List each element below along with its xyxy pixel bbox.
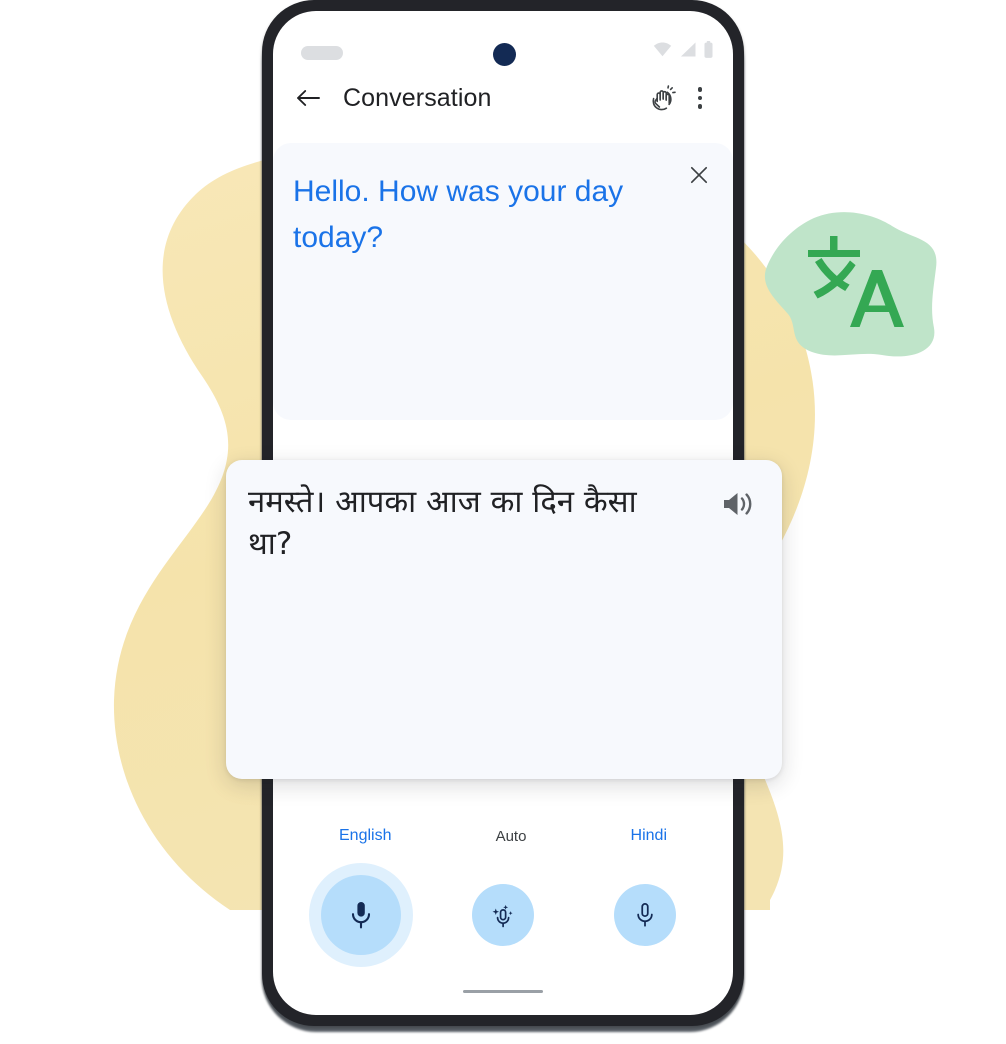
status-icons [653, 41, 713, 58]
source-text-panel: Hello. How was your day today? [273, 143, 733, 420]
mic-button-row [273, 863, 733, 967]
close-icon [690, 166, 708, 184]
app-bar: Conversation [273, 65, 733, 131]
waving-hand-button[interactable] [647, 82, 679, 114]
wifi-icon [653, 42, 672, 57]
status-bar [273, 11, 733, 66]
translated-text: नमस्ते। आपका आज का दिन कैसा था? [248, 484, 637, 562]
translation-card: नमस्ते। आपका आज का दिन कैसा था? [226, 460, 782, 779]
close-button[interactable] [685, 161, 713, 189]
mic-icon [637, 903, 653, 927]
translate-badge [764, 212, 937, 357]
language-label-auto[interactable]: Auto [496, 828, 527, 845]
mic-button-source-wrap [309, 863, 413, 967]
more-vertical-icon [697, 104, 703, 109]
volume-up-icon [724, 493, 752, 515]
source-text: Hello. How was your day today? [293, 175, 624, 254]
mic-button-auto-wrap [451, 863, 555, 967]
bottom-controls: English Auto Hindi [273, 815, 733, 1015]
language-labels: English Auto Hindi [273, 823, 733, 849]
more-vertical-icon [697, 95, 703, 101]
more-options-button[interactable] [689, 82, 711, 114]
language-label-source[interactable]: English [339, 827, 391, 845]
translate-icon [808, 236, 904, 327]
screenshot-root: Conversation Hello. How was your day tod… [0, 0, 1006, 1044]
page-title: Conversation [343, 83, 492, 112]
battery-icon [704, 41, 713, 58]
speak-translation-button[interactable] [718, 484, 758, 524]
back-arrow-icon [297, 90, 320, 106]
mic-button-auto[interactable] [472, 884, 534, 946]
mic-button-target[interactable] [614, 884, 676, 946]
status-pill [301, 46, 343, 60]
front-camera-dot [493, 43, 516, 66]
back-button[interactable] [293, 83, 323, 113]
mic-button-target-wrap [593, 863, 697, 967]
home-indicator[interactable] [463, 990, 543, 993]
waving-hand-icon [652, 85, 676, 111]
auto-mic-icon [492, 904, 513, 928]
more-vertical-icon [697, 87, 703, 92]
language-label-target[interactable]: Hindi [631, 827, 667, 845]
mic-icon [351, 902, 371, 929]
mic-button-source[interactable] [321, 875, 401, 955]
signal-icon [680, 42, 696, 57]
